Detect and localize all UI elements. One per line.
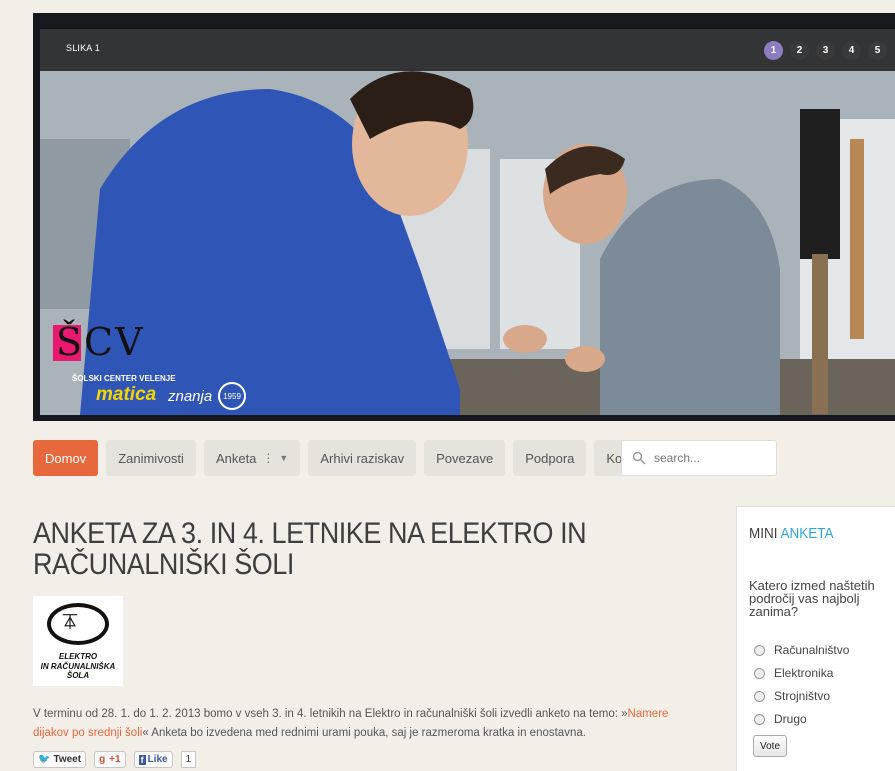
tweet-button[interactable]: 🐦 Tweet xyxy=(33,751,87,768)
nav-anketa[interactable]: Anketa ⋮ ▼ xyxy=(203,440,301,476)
search-box[interactable] xyxy=(621,440,777,476)
nav-povezave[interactable]: Povezave xyxy=(424,440,506,476)
diode-icon: ⏄ xyxy=(63,614,77,630)
nav-domov[interactable]: Domov xyxy=(33,440,99,476)
slide-dot-5[interactable]: 5 xyxy=(868,41,887,60)
article-body: V terminu od 28. 1. do 1. 2. 2013 bomo v… xyxy=(33,705,703,743)
school-logo: ŠCV ŠOLSKI CENTER VELENJE matica znanja … xyxy=(48,320,258,412)
poll-option-label: Elektronika xyxy=(774,666,834,680)
poll-option-label: Strojništvo xyxy=(774,689,831,703)
mini-poll-widget: MINI ANKETA Katero izmed naštetih področ… xyxy=(736,506,895,771)
poll-title: MINI ANKETA xyxy=(749,525,834,542)
poll-option[interactable]: Drugo xyxy=(754,708,849,730)
logo-ellipse xyxy=(47,603,109,645)
poll-option-label: Drugo xyxy=(774,712,807,726)
nav-zanimivosti[interactable]: Zanimivosti xyxy=(106,440,196,476)
search-input[interactable] xyxy=(652,450,766,466)
radio-button[interactable] xyxy=(754,644,765,656)
poll-title-accent: ANKETA xyxy=(780,525,834,542)
article-title[interactable]: ANKETA ZA 3. IN 4. LETNIKE NA ELEKTRO IN… xyxy=(33,518,609,580)
article-text-after: « Anketa bo izvedena med rednimi urami p… xyxy=(142,727,586,739)
logo-matica: matica xyxy=(96,384,157,405)
slide-caption: SLIKA 1 xyxy=(66,43,100,53)
logo-znanja: znanja xyxy=(168,388,213,405)
facebook-like-button[interactable]: f Like xyxy=(133,751,173,768)
twitter-icon: 🐦 xyxy=(38,754,51,765)
logo-school-name: ŠOLSKI CENTER VELENJE xyxy=(72,374,176,383)
main-nav: Domov Zanimivosti Anketa ⋮ ▼ Arhivi razi… xyxy=(33,440,663,476)
slider-caption-bar: SLIKA 1 1 2 3 4 5 xyxy=(40,29,895,71)
google-plus-button[interactable]: g +1 xyxy=(94,751,126,768)
slide-dot-1[interactable]: 1 xyxy=(764,41,783,60)
radio-button[interactable] xyxy=(754,690,765,702)
like-count: 1 xyxy=(180,751,197,768)
article-image: ⏄ ELEKTRO IN RAČUNALNIŠKA ŠOLA xyxy=(33,596,123,686)
poll-option-label: Računalništvo xyxy=(774,643,850,657)
poll-question: Katero izmed naštetih področij vas najbo… xyxy=(749,578,875,619)
more-icon: ⋮ xyxy=(262,451,275,465)
like-label: Like xyxy=(147,754,168,765)
nav-arhivi-raziskav[interactable]: Arhivi raziskav xyxy=(308,440,417,476)
article-text-before: V terminu od 28. 1. do 1. 2. 2013 bomo v… xyxy=(33,708,628,720)
slide-dot-3[interactable]: 3 xyxy=(816,41,835,60)
plus-label: +1 xyxy=(109,754,121,765)
google-icon: g xyxy=(99,754,106,765)
poll-option[interactable]: Elektronika xyxy=(754,662,849,684)
poll-option[interactable]: Računalništvo xyxy=(754,639,849,661)
article-logo-line2: IN RAČUNALNIŠKA ŠOLA xyxy=(40,662,116,680)
slide-pagination: 1 2 3 4 5 xyxy=(764,41,887,60)
search-icon xyxy=(632,451,646,465)
vote-button[interactable]: Vote xyxy=(753,735,788,757)
slide-dot-4[interactable]: 4 xyxy=(842,41,861,60)
tweet-label: Tweet xyxy=(53,754,82,765)
chevron-down-icon: ▼ xyxy=(279,453,289,463)
article-logo-line1: ELEKTRO xyxy=(58,652,98,661)
nav-podpora[interactable]: Podpora xyxy=(513,440,587,476)
social-buttons: 🐦 Tweet g +1 f Like 1 xyxy=(33,751,197,768)
slide-dot-2[interactable]: 2 xyxy=(790,41,809,60)
poll-option[interactable]: Strojništvo xyxy=(754,685,849,707)
logo-year-seal: 1959 xyxy=(218,382,246,410)
facebook-icon: f xyxy=(138,754,146,765)
poll-title-plain: MINI xyxy=(749,525,778,542)
logo-letters: ŠCV xyxy=(56,320,145,364)
nav-anketa-label: Anketa xyxy=(215,450,257,466)
radio-button[interactable] xyxy=(754,667,765,679)
radio-button[interactable] xyxy=(754,713,765,725)
poll-options: Računalništvo Elektronika Strojništvo Dr… xyxy=(754,639,849,731)
